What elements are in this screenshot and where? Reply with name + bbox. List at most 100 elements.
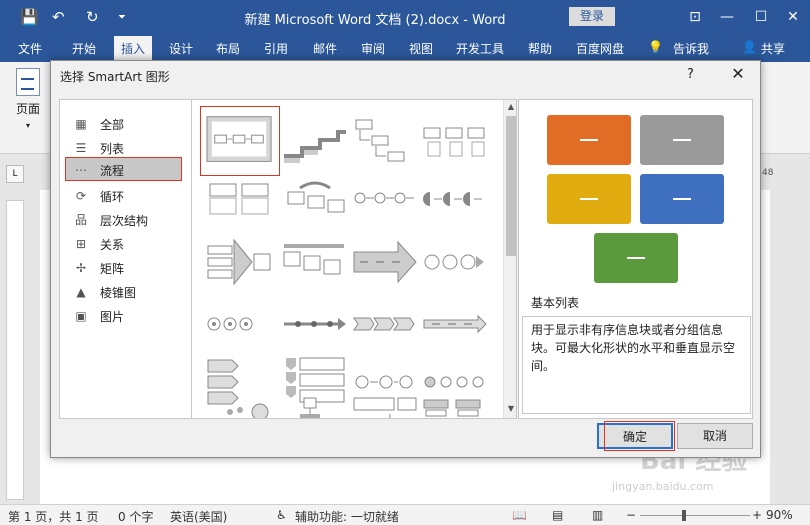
layout-circle-process[interactable]: [350, 174, 420, 234]
page-icon: [16, 68, 40, 96]
list-icon: ☰: [75, 141, 87, 155]
tab-baidu-netdisk[interactable]: 百度网盘: [576, 40, 624, 57]
tab-help[interactable]: 帮助: [528, 40, 552, 57]
tab-references[interactable]: 引用: [264, 40, 288, 57]
category-label: 图片: [100, 310, 125, 324]
gallery-scrollbar[interactable]: ▲ ▼: [503, 100, 516, 418]
tab-mailings[interactable]: 邮件: [313, 40, 337, 57]
layout-basic-arrow-process[interactable]: [350, 234, 420, 294]
layout-accent-process[interactable]: [420, 114, 490, 174]
watermark-url: jingyan.baidu.com: [612, 480, 714, 493]
picture-icon: ▣: [75, 309, 87, 323]
title-bar: 💾 ↶ ↻ ⏷ 新建 Microsoft Word 文档 (2).docx - …: [0, 0, 810, 34]
hierarchy-icon: 品: [74, 213, 87, 227]
preview-title: 基本列表: [531, 296, 580, 310]
layout-half-circle-process[interactable]: [420, 174, 490, 234]
smartart-dialog: 选择 SmartArt 图形 ? ✕ ▦ 全部 ☰ 列表 ⋯ 流程 ⟳ 循环 品…: [50, 60, 761, 458]
category-label: 循环: [100, 190, 125, 204]
preview-box-blue: [640, 174, 724, 224]
layout-segmented-process[interactable]: [420, 396, 490, 418]
preview-box-orange: [547, 115, 631, 165]
layout-process-arrows[interactable]: [204, 234, 274, 294]
category-label: 列表: [100, 142, 125, 156]
layout-hierarchy-process[interactable]: [280, 396, 350, 418]
tab-review[interactable]: 审阅: [361, 40, 385, 57]
pages-button[interactable]: 页面 ▾: [8, 68, 48, 131]
category-all[interactable]: ▦ 全部: [60, 112, 193, 136]
pyramid-icon: ▲: [76, 285, 86, 299]
close-window-button[interactable]: ✕: [778, 6, 808, 28]
category-picture[interactable]: ▣ 图片: [60, 304, 193, 328]
cycle-icon: ⟳: [75, 189, 87, 203]
layout-step-down-process[interactable]: [350, 114, 420, 174]
cancel-button[interactable]: 取消: [677, 423, 753, 449]
dialog-close-button[interactable]: ✕: [727, 63, 749, 85]
page-count[interactable]: 第 1 页，共 1 页: [8, 508, 99, 525]
accessibility-status[interactable]: 辅助功能: 一切就绪: [295, 508, 399, 525]
minimize-button[interactable]: —: [712, 6, 742, 28]
share-icon: 👤: [742, 40, 757, 54]
zoom-slider[interactable]: [640, 515, 750, 516]
share-button[interactable]: 共享: [761, 40, 785, 57]
tell-me-field[interactable]: 告诉我: [673, 40, 709, 57]
word-count[interactable]: 0 个字: [118, 508, 153, 525]
layout-timeline[interactable]: [280, 294, 350, 354]
tab-selector[interactable]: L: [6, 165, 24, 183]
layout-chevron-process[interactable]: [350, 294, 420, 354]
accessibility-icon: ♿: [276, 508, 287, 522]
layout-gear-process[interactable]: [204, 294, 274, 354]
status-bar: 第 1 页，共 1 页 0 个字 英语(美国) ♿ 辅助功能: 一切就绪 📖 ▤…: [0, 504, 810, 525]
sign-in-button[interactable]: 登录: [569, 7, 615, 26]
ok-highlight: [604, 421, 675, 451]
tab-home[interactable]: 开始: [72, 40, 96, 57]
ribbon-tabs: 文件 开始 插入 设计 布局 引用 邮件 审阅 视图 开发工具 帮助 百度网盘 …: [0, 34, 810, 62]
category-cycle[interactable]: ⟳ 循环: [60, 184, 193, 208]
read-mode-icon[interactable]: 📖: [512, 508, 527, 522]
category-process[interactable]: ⋯ 流程: [65, 157, 182, 181]
layout-bending-process[interactable]: [350, 396, 420, 418]
ribbon-display-icon[interactable]: ⊡: [680, 6, 710, 28]
preview-box-gray: [640, 115, 724, 165]
relationship-icon: ⊞: [75, 237, 87, 251]
category-label: 棱锥图: [100, 286, 137, 300]
layout-step-up-process[interactable]: [280, 114, 350, 174]
lightbulb-icon: 💡: [648, 40, 663, 54]
category-label: 矩阵: [100, 262, 125, 276]
category-list: ▦ 全部 ☰ 列表 ⋯ 流程 ⟳ 循环 品 层次结构 ⊞ 关系 ✢ 矩阵 ▲ 棱: [59, 99, 194, 419]
dialog-title: 选择 SmartArt 图形: [60, 70, 170, 84]
category-matrix[interactable]: ✢ 矩阵: [60, 256, 193, 280]
layout-arrow-flow[interactable]: [420, 294, 490, 354]
tab-developer[interactable]: 开发工具: [456, 40, 504, 57]
restore-button[interactable]: ☐: [746, 6, 776, 28]
tab-layout[interactable]: 布局: [216, 40, 240, 57]
layout-circle-arrow-process[interactable]: [420, 234, 490, 294]
zoom-in-icon[interactable]: +: [752, 508, 762, 522]
layout-basic-process[interactable]: [200, 106, 280, 176]
tab-insert[interactable]: 插入: [114, 36, 153, 62]
zoom-handle[interactable]: [682, 510, 686, 521]
print-layout-icon[interactable]: ▤: [552, 508, 563, 522]
layout-continuous-block[interactable]: [280, 174, 350, 234]
preview-description: 用于显示非有序信息块或者分组信息块。可最大化形状的水平和垂直显示空间。: [522, 316, 751, 414]
tab-file[interactable]: 文件: [18, 40, 42, 57]
tab-design[interactable]: 设计: [169, 40, 193, 57]
process-icon: ⋯: [75, 163, 87, 177]
layout-alternating-flow[interactable]: [204, 174, 274, 234]
scroll-thumb[interactable]: [506, 116, 516, 256]
zoom-out-icon[interactable]: −: [626, 508, 636, 522]
layout-funnel[interactable]: [204, 400, 274, 418]
web-layout-icon[interactable]: ▥: [592, 508, 603, 522]
matrix-icon: ✢: [75, 261, 87, 275]
scroll-down-icon[interactable]: ▼: [504, 402, 516, 416]
category-hierarchy[interactable]: 品 层次结构: [60, 208, 193, 232]
scroll-up-icon[interactable]: ▲: [504, 100, 516, 114]
language-indicator[interactable]: 英语(美国): [170, 508, 227, 525]
layout-stacked-process[interactable]: [280, 234, 350, 294]
zoom-level[interactable]: 90%: [766, 508, 793, 522]
category-pyramid[interactable]: ▲ 棱锥图: [60, 280, 193, 304]
category-label: 流程: [100, 164, 125, 178]
category-label: 全部: [100, 118, 125, 132]
category-relationship[interactable]: ⊞ 关系: [60, 232, 193, 256]
tab-view[interactable]: 视图: [409, 40, 433, 57]
help-button[interactable]: ?: [687, 67, 694, 82]
